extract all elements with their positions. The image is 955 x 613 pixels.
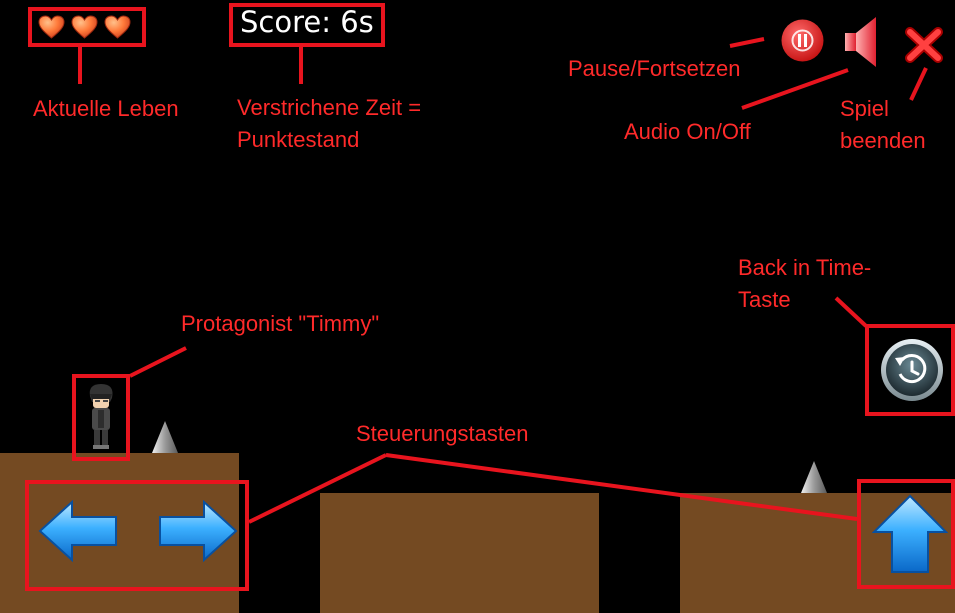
score-annotation-line2: Punktestand: [237, 127, 360, 152]
quit-annotation-line1: Spiel: [840, 96, 889, 121]
score-annotation-line1: Verstrichene Zeit =: [237, 95, 422, 120]
audio-annotation: Audio On/Off: [624, 119, 751, 144]
rewind-annotation-line2: Taste: [738, 287, 791, 312]
pause-annotation: Pause/Fortsetzen: [568, 56, 741, 81]
lives-annotation: Aktuelle Leben: [33, 96, 179, 121]
quit-annotation-line2: beenden: [840, 128, 926, 153]
rewind-annotation-line1: Back in Time-: [738, 255, 872, 280]
controls-annotation: Steuerungstasten: [356, 421, 529, 446]
protagonist-annotation: Protagonist "Timmy": [181, 311, 380, 336]
annotation-lines: [78, 37, 928, 524]
